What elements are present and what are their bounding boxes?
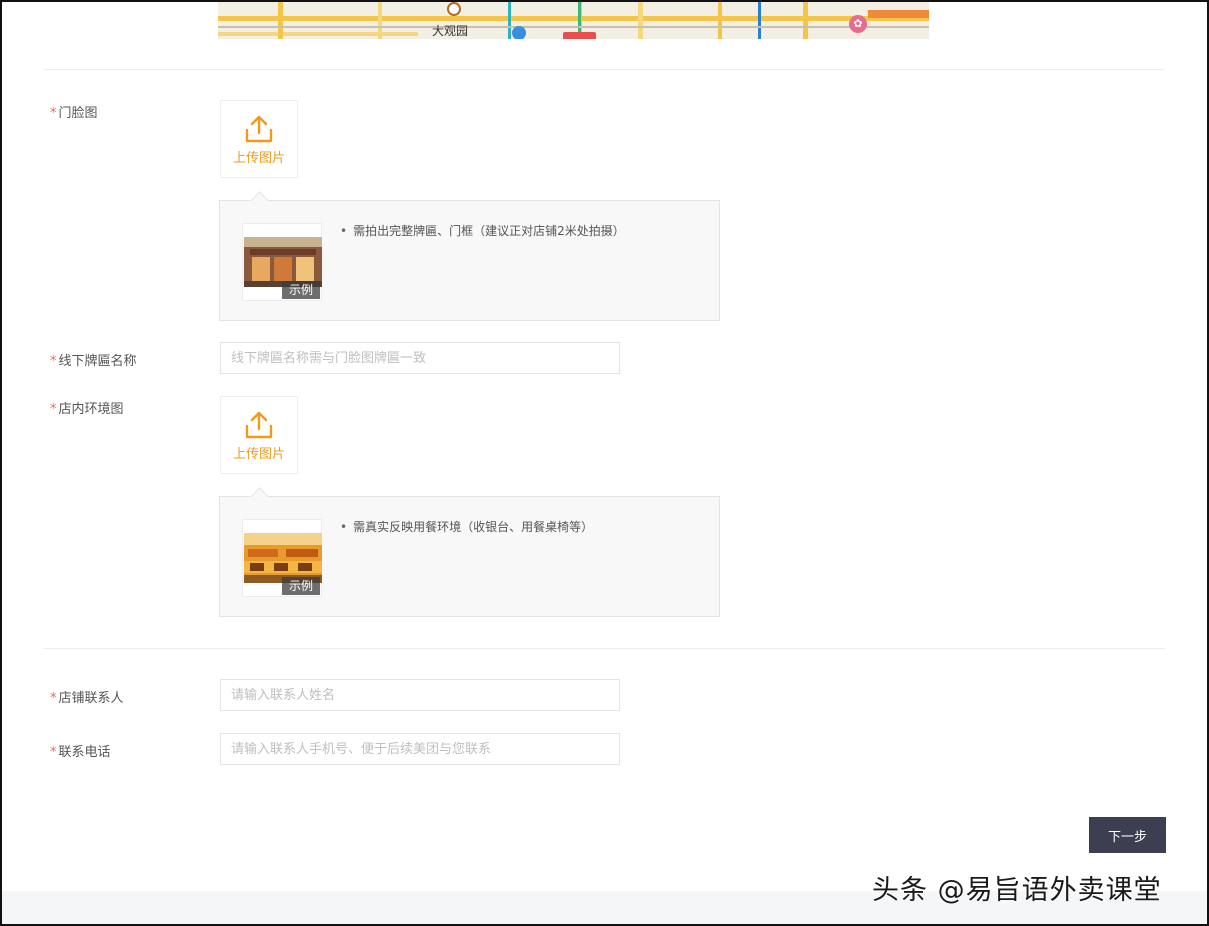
sign-name-input[interactable] — [220, 342, 620, 374]
example-tag: 示例 — [282, 281, 320, 299]
upload-icon — [245, 115, 273, 143]
phone-input[interactable] — [220, 733, 620, 765]
upload-label: 上传图片 — [232, 447, 285, 462]
location-map[interactable]: 大观园 ✿ — [218, 2, 929, 39]
interior-label: * 店内环境图 — [50, 402, 124, 417]
map-place-label: 大观园 — [432, 24, 469, 38]
poi-icon — [447, 2, 461, 16]
interior-photo — [244, 533, 322, 583]
location-pin-icon — [512, 26, 526, 39]
interior-example-panel: 示例 需真实反映用餐环境（收银台、用餐桌椅等） — [219, 487, 720, 617]
page-frame: 大观园 ✿ *门脸图 上传图片 示例 需拍出完整牌匾 — [0, 0, 1209, 926]
section-divider — [44, 69, 1164, 70]
next-step-button[interactable]: 下一步 — [1089, 817, 1166, 853]
storefront-tip: 需拍出完整牌匾、门框（建议正对店铺2米处拍摄） — [340, 222, 625, 239]
contact-label: * 店铺联系人 — [50, 691, 124, 706]
storefront-label: * 门脸图 — [50, 106, 98, 121]
sign-name-label: * 线下牌匾名称 — [50, 354, 137, 369]
interior-upload-button[interactable]: 上传图片 — [220, 396, 298, 474]
road-badge-icon — [563, 32, 596, 39]
upload-icon — [245, 411, 273, 439]
storefront-example-panel: 示例 需拍出完整牌匾、门框（建议正对店铺2米处拍摄） — [219, 191, 720, 321]
phone-label: * 联系电话 — [50, 745, 111, 760]
upload-label: 上传图片 — [232, 151, 285, 166]
interior-example-image[interactable]: 示例 — [242, 519, 322, 597]
storefront-upload-button[interactable]: 上传图片 — [220, 100, 298, 178]
interior-tip: 需真实反映用餐环境（收银台、用餐桌椅等） — [340, 518, 593, 535]
storefront-example-image[interactable]: 示例 — [242, 223, 322, 301]
section-divider — [44, 648, 1165, 649]
flower-poi-icon: ✿ — [849, 15, 867, 33]
storefront-photo — [244, 237, 322, 287]
watermark-text: 头条 @易旨语外卖课堂 — [872, 875, 1162, 906]
example-tag: 示例 — [282, 577, 320, 595]
contact-name-input[interactable] — [220, 679, 620, 711]
